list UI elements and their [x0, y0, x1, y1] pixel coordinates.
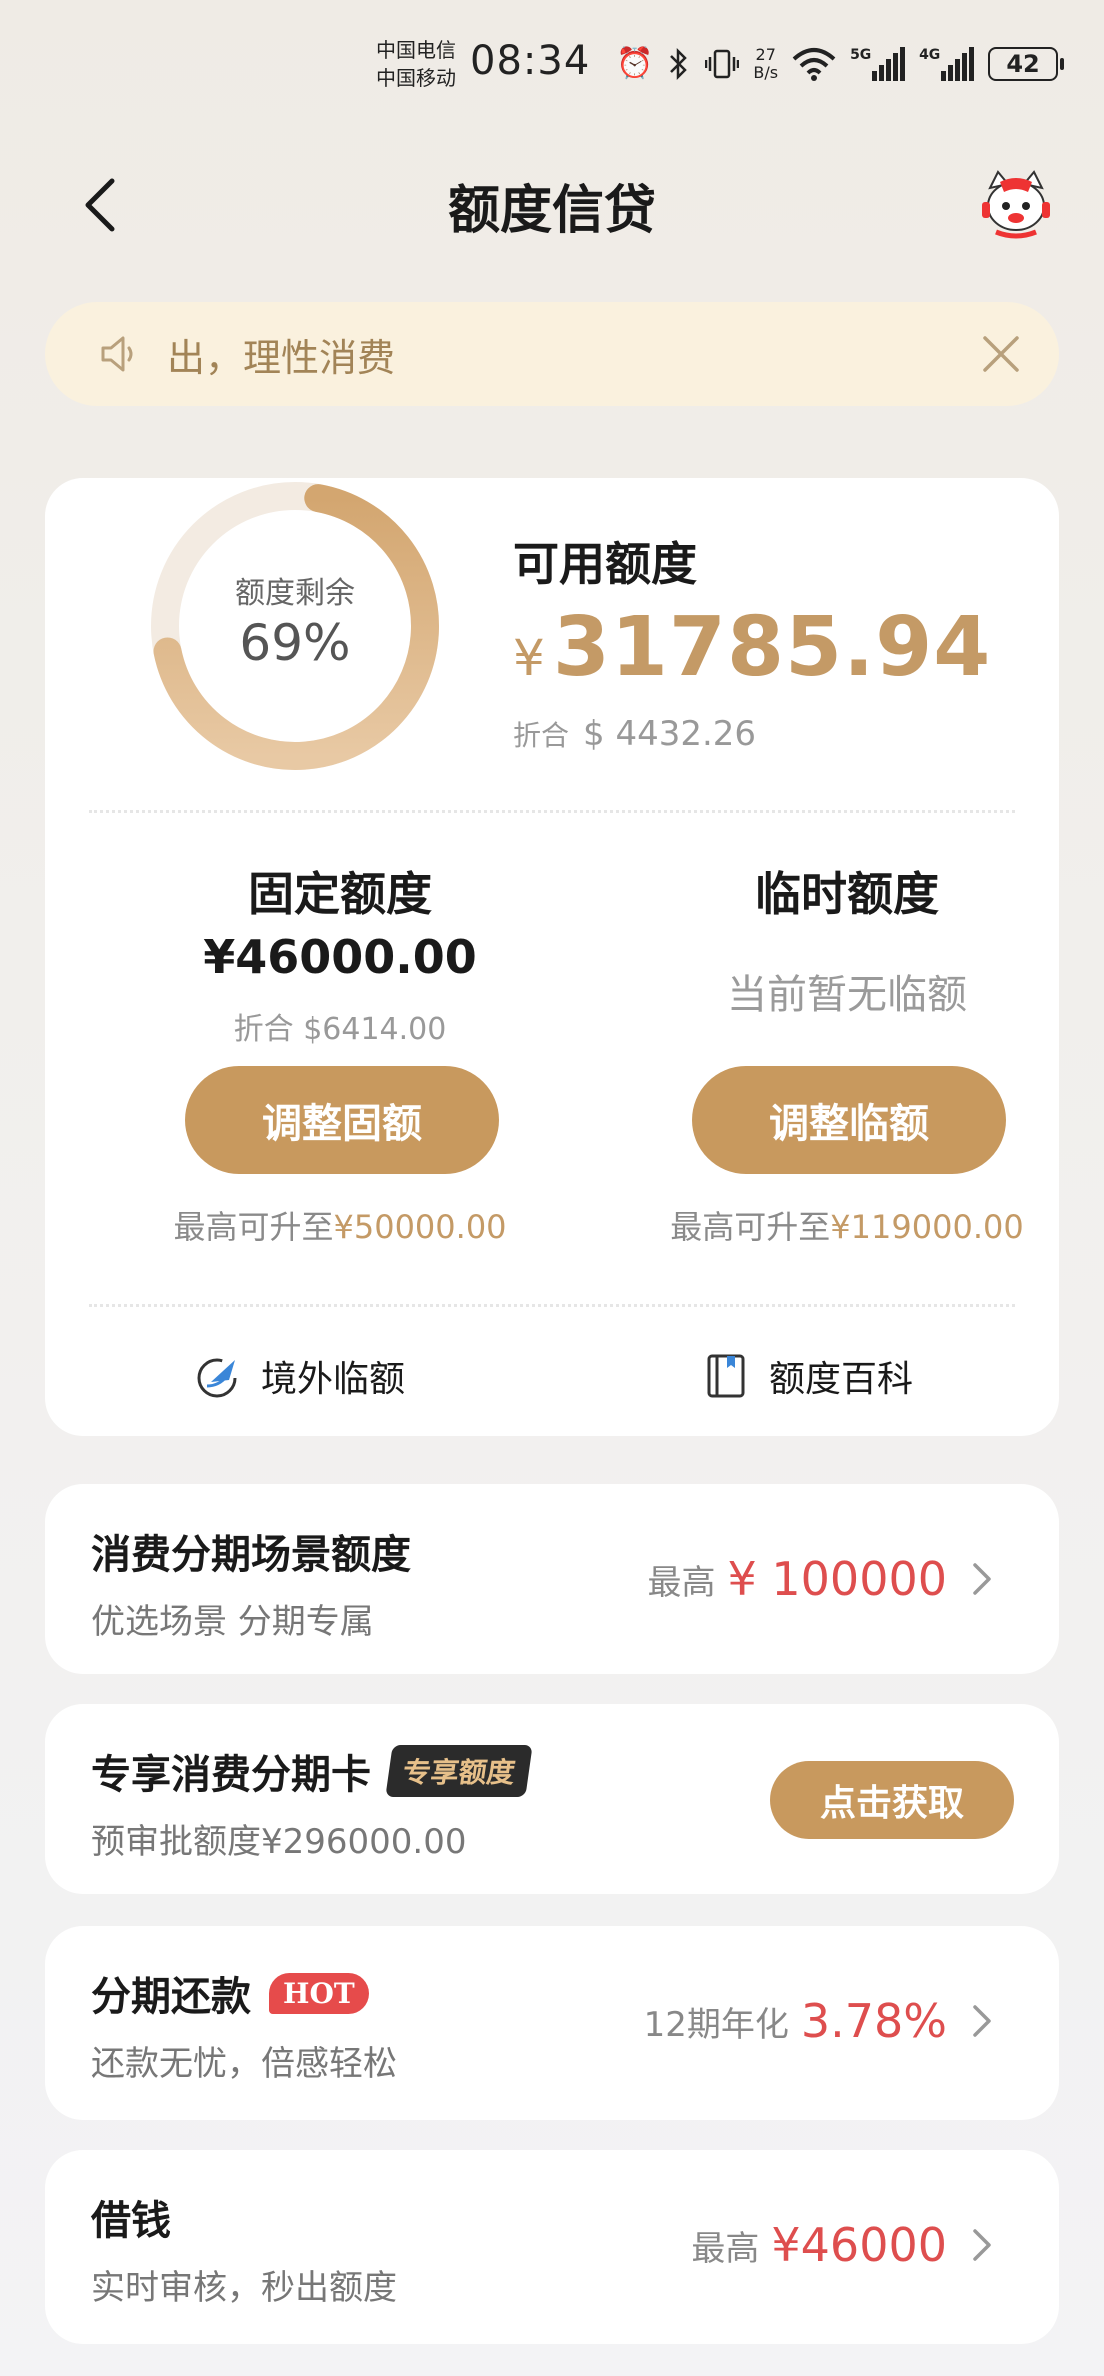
speaker-icon — [101, 336, 133, 372]
speed-value: 27 — [755, 45, 776, 64]
temp-max-value: ¥119000.00 — [830, 1208, 1024, 1246]
installment-scene-value: 最高 ¥ 100000 — [648, 1484, 994, 1674]
speed-unit: B/s — [753, 63, 779, 82]
signal-5g-icon: 5G — [850, 47, 906, 81]
temporary-credit-none: 当前暂无临额 — [727, 972, 967, 1018]
exclusive-card-title: 专享消费分期卡 — [91, 1752, 371, 1798]
fixed-credit-amount: ¥46000.00 — [203, 930, 477, 984]
wifi-icon — [792, 48, 836, 81]
chevron-right-icon — [973, 1563, 991, 1595]
installment-repay-prefix: 12期年化 — [643, 2004, 789, 2045]
vibrate-icon — [705, 49, 740, 79]
temporary-credit-section: 临时额度 当前暂无临额 调整临额 最高可升至¥119000.00 — [637, 478, 1057, 1278]
network-speed: 27 B/s — [753, 46, 778, 82]
credit-encyclopedia-link[interactable]: 额度百科 — [703, 1346, 913, 1406]
customer-service-mascot-icon[interactable] — [976, 166, 1056, 246]
temp-max-prefix: 最高可升至 — [670, 1208, 831, 1246]
get-now-button[interactable]: 点击获取 — [770, 1761, 1014, 1839]
installment-repay-value: 3.78% — [800, 1994, 947, 2048]
chevron-right-icon — [973, 2005, 991, 2037]
borrow-value: ¥46000 — [771, 2218, 947, 2272]
installment-repay-title: 分期还款 — [91, 1974, 251, 2020]
fixed-max-value: ¥50000.00 — [333, 1208, 507, 1246]
carrier-names: 中国电信 中国移动 — [376, 36, 456, 92]
notice-banner: 出，理性消费 — [45, 302, 1059, 406]
credit-summary-card: 额度剩余 69% 可用额度 ¥ 31785.94 折合 $ 4432.26 固定额… — [45, 478, 1059, 1436]
fixed-credit-section: 固定额度 ¥46000.00 折合 $6414.00 调整固额 最高可升至¥50… — [130, 478, 550, 1278]
carrier-2: 中国移动 — [376, 66, 456, 90]
hot-badge: HOT — [269, 1972, 369, 2014]
installment-scene-amount: ¥ 100000 — [727, 1552, 948, 1606]
fixed-credit-title: 固定额度 — [248, 867, 432, 921]
borrow-title: 借钱 — [91, 2198, 171, 2244]
bluetooth-icon — [670, 47, 688, 81]
installment-scene-prefix: 最高 — [647, 1562, 716, 1603]
temporary-credit-max: 最高可升至¥119000.00 — [617, 1202, 1077, 1248]
overseas-temp-credit-link[interactable]: 境外临额 — [195, 1346, 405, 1406]
temporary-credit-title: 临时额度 — [755, 867, 939, 921]
fixed-credit-usd: 折合 $6414.00 — [233, 1012, 447, 1047]
installment-repay-rate: 12期年化 3.78% — [644, 1926, 993, 2116]
status-icons: ⏰ 27 B/s 5G 4G 42 — [616, 42, 1065, 86]
borrow-prefix: 最高 — [691, 2228, 760, 2269]
credit-encyclopedia-label: 额度百科 — [769, 1359, 914, 1400]
borrow-subtitle: 实时审核，秒出额度 — [91, 2268, 397, 2308]
borrow-money-card[interactable]: 借钱 实时审核，秒出额度 最高 ¥46000 — [45, 2150, 1059, 2344]
installment-repay-title-row: 分期还款 HOT — [91, 1964, 369, 2022]
page-title: 额度信贷 — [447, 181, 656, 241]
exclusive-installment-card: 专享消费分期卡 专享额度 预审批额度¥296000.00 点击获取 — [45, 1704, 1059, 1894]
signal-5g-tag: 5G — [850, 47, 872, 63]
installment-scene-title: 消费分期场景额度 — [91, 1532, 411, 1578]
installment-scene-credit-card[interactable]: 消费分期场景额度 优选场景 分期专属 最高 ¥ 100000 — [45, 1484, 1059, 1674]
book-icon — [707, 1354, 745, 1398]
signal-4g-icon: 4G — [919, 47, 975, 81]
borrow-max: 最高 ¥46000 — [691, 2150, 993, 2340]
fixed-credit-max: 最高可升至¥50000.00 — [110, 1202, 570, 1248]
notice-text: 出，理性消费 — [167, 335, 396, 380]
signal-4g-tag: 4G — [919, 47, 941, 63]
alarm-icon: ⏰ — [616, 46, 654, 81]
battery-icon: 42 — [988, 47, 1065, 81]
exclusive-card-title-row: 专享消费分期卡 专享额度 — [91, 1742, 533, 1800]
status-time: 08:34 — [470, 38, 591, 84]
fixed-max-prefix: 最高可升至 — [173, 1208, 334, 1246]
exclusive-credit-badge: 专享额度 — [385, 1745, 533, 1797]
divider — [89, 1304, 1015, 1307]
adjust-fixed-credit-button[interactable]: 调整固额 — [185, 1066, 499, 1174]
overseas-temp-credit-label: 境外临额 — [261, 1359, 406, 1400]
carrier-1: 中国电信 — [376, 38, 456, 62]
status-bar: 中国电信 中国移动 08:34 ⏰ 27 B/s 5G 4G 42 — [0, 0, 1104, 130]
chevron-right-icon — [973, 2229, 991, 2261]
installment-scene-subtitle: 优选场景 分期专属 — [91, 1602, 374, 1642]
globe-plane-icon — [197, 1358, 237, 1398]
close-icon[interactable] — [979, 332, 1023, 376]
installment-repay-subtitle: 还款无忧，倍感轻松 — [91, 2044, 397, 2084]
adjust-temporary-credit-button[interactable]: 调整临额 — [692, 1066, 1006, 1174]
installment-repayment-card[interactable]: 分期还款 HOT 还款无忧，倍感轻松 12期年化 3.78% — [45, 1926, 1059, 2120]
exclusive-card-subtitle: 预审批额度¥296000.00 — [91, 1822, 467, 1862]
